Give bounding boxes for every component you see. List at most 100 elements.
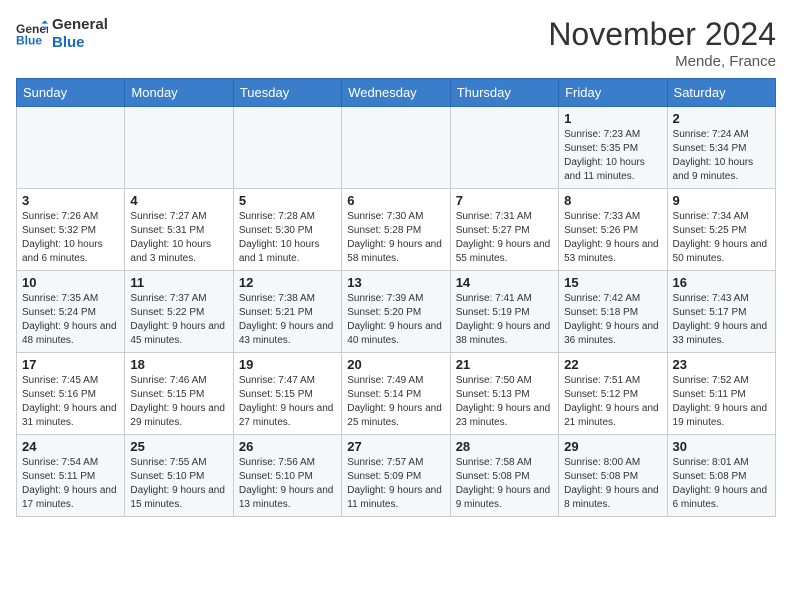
- day-info: Sunrise: 7:58 AMSunset: 5:08 PMDaylight:…: [456, 456, 553, 512]
- day-info: Sunrise: 7:49 AMSunset: 5:14 PMDaylight:…: [347, 374, 444, 430]
- day-number: 27: [347, 439, 444, 454]
- calendar-cell: 17 Sunrise: 7:45 AMSunset: 5:16 PMDayligh…: [17, 353, 125, 435]
- calendar-table: SundayMondayTuesdayWednesdayThursdayFrid…: [16, 78, 776, 517]
- calendar-cell: 28 Sunrise: 7:58 AMSunset: 5:08 PMDayligh…: [450, 435, 558, 517]
- day-of-week-header: Saturday: [667, 79, 775, 107]
- calendar-cell: 30 Sunrise: 8:01 AMSunset: 5:08 PMDayligh…: [667, 435, 775, 517]
- day-info: Sunrise: 7:50 AMSunset: 5:13 PMDaylight:…: [456, 374, 553, 430]
- day-of-week-header: Friday: [559, 79, 667, 107]
- day-number: 13: [347, 275, 444, 290]
- day-of-week-header: Wednesday: [342, 79, 450, 107]
- day-number: 16: [673, 275, 770, 290]
- day-info: Sunrise: 7:57 AMSunset: 5:09 PMDaylight:…: [347, 456, 444, 512]
- calendar-cell: 4 Sunrise: 7:27 AMSunset: 5:31 PMDaylight…: [125, 189, 233, 271]
- day-number: 12: [239, 275, 336, 290]
- day-info: Sunrise: 8:00 AMSunset: 5:08 PMDaylight:…: [564, 456, 661, 512]
- calendar-cell: 15 Sunrise: 7:42 AMSunset: 5:18 PMDayligh…: [559, 271, 667, 353]
- day-number: 3: [22, 193, 119, 208]
- day-number: 6: [347, 193, 444, 208]
- calendar-cell: 27 Sunrise: 7:57 AMSunset: 5:09 PMDayligh…: [342, 435, 450, 517]
- calendar-cell: 13 Sunrise: 7:39 AMSunset: 5:20 PMDayligh…: [342, 271, 450, 353]
- day-number: 5: [239, 193, 336, 208]
- calendar-cell: 19 Sunrise: 7:47 AMSunset: 5:15 PMDayligh…: [233, 353, 341, 435]
- day-info: Sunrise: 7:37 AMSunset: 5:22 PMDaylight:…: [130, 292, 227, 348]
- calendar-cell: 2 Sunrise: 7:24 AMSunset: 5:34 PMDaylight…: [667, 107, 775, 189]
- day-info: Sunrise: 7:35 AMSunset: 5:24 PMDaylight:…: [22, 292, 119, 348]
- day-info: Sunrise: 7:39 AMSunset: 5:20 PMDaylight:…: [347, 292, 444, 348]
- day-number: 29: [564, 439, 661, 454]
- day-number: 15: [564, 275, 661, 290]
- day-number: 20: [347, 357, 444, 372]
- day-info: Sunrise: 7:24 AMSunset: 5:34 PMDaylight:…: [673, 128, 770, 184]
- calendar-cell: 1 Sunrise: 7:23 AMSunset: 5:35 PMDaylight…: [559, 107, 667, 189]
- day-number: 25: [130, 439, 227, 454]
- day-info: Sunrise: 7:54 AMSunset: 5:11 PMDaylight:…: [22, 456, 119, 512]
- calendar-cell: [17, 107, 125, 189]
- day-info: Sunrise: 7:28 AMSunset: 5:30 PMDaylight:…: [239, 210, 336, 266]
- day-number: 4: [130, 193, 227, 208]
- day-info: Sunrise: 7:51 AMSunset: 5:12 PMDaylight:…: [564, 374, 661, 430]
- calendar-cell: 6Sunrise: 7:30 AMSunset: 5:28 PMDaylight…: [342, 189, 450, 271]
- calendar-cell: 26Sunrise: 7:56 AMSunset: 5:10 PMDayligh…: [233, 435, 341, 517]
- logo-icon: General Blue: [16, 20, 48, 48]
- day-number: 28: [456, 439, 553, 454]
- calendar-cell: 7Sunrise: 7:31 AMSunset: 5:27 PMDaylight…: [450, 189, 558, 271]
- calendar-cell: 25 Sunrise: 7:55 AMSunset: 5:10 PMDayligh…: [125, 435, 233, 517]
- calendar-cell: 24 Sunrise: 7:54 AMSunset: 5:11 PMDayligh…: [17, 435, 125, 517]
- calendar-cell: 14 Sunrise: 7:41 AMSunset: 5:19 PMDayligh…: [450, 271, 558, 353]
- day-of-week-header: Thursday: [450, 79, 558, 107]
- day-info: Sunrise: 7:34 AMSunset: 5:25 PMDaylight:…: [673, 210, 770, 266]
- month-title: November 2024: [548, 16, 776, 53]
- day-number: 22: [564, 357, 661, 372]
- calendar-cell: 12 Sunrise: 7:38 AMSunset: 5:21 PMDayligh…: [233, 271, 341, 353]
- location: Mende, France: [548, 53, 776, 70]
- day-of-week-header: Tuesday: [233, 79, 341, 107]
- day-number: 23: [673, 357, 770, 372]
- day-info: Sunrise: 7:55 AMSunset: 5:10 PMDaylight:…: [130, 456, 227, 512]
- day-info: Sunrise: 7:23 AMSunset: 5:35 PMDaylight:…: [564, 128, 661, 184]
- day-number: 9: [673, 193, 770, 208]
- day-number: 8: [564, 193, 661, 208]
- calendar-cell: [233, 107, 341, 189]
- day-info: Sunrise: 8:01 AMSunset: 5:08 PMDaylight:…: [673, 456, 770, 512]
- day-info: Sunrise: 7:52 AMSunset: 5:11 PMDaylight:…: [673, 374, 770, 430]
- calendar-cell: 11 Sunrise: 7:37 AMSunset: 5:22 PMDayligh…: [125, 271, 233, 353]
- title-block: November 2024 Mende, France: [548, 16, 776, 70]
- calendar-cell: 9 Sunrise: 7:34 AMSunset: 5:25 PMDaylight…: [667, 189, 775, 271]
- day-info: Sunrise: 7:45 AMSunset: 5:16 PMDaylight:…: [22, 374, 119, 430]
- calendar-cell: 16 Sunrise: 7:43 AMSunset: 5:17 PMDayligh…: [667, 271, 775, 353]
- day-info: Sunrise: 7:41 AMSunset: 5:19 PMDaylight:…: [456, 292, 553, 348]
- day-number: 24: [22, 439, 119, 454]
- day-info: Sunrise: 7:38 AMSunset: 5:21 PMDaylight:…: [239, 292, 336, 348]
- day-number: 10: [22, 275, 119, 290]
- calendar-cell: 22 Sunrise: 7:51 AMSunset: 5:12 PMDayligh…: [559, 353, 667, 435]
- day-info: Sunrise: 7:46 AMSunset: 5:15 PMDaylight:…: [130, 374, 227, 430]
- calendar-cell: 5 Sunrise: 7:28 AMSunset: 5:30 PMDaylight…: [233, 189, 341, 271]
- day-number: 14: [456, 275, 553, 290]
- svg-text:Blue: Blue: [16, 33, 42, 47]
- day-number: 18: [130, 357, 227, 372]
- calendar-cell: 29 Sunrise: 8:00 AMSunset: 5:08 PMDayligh…: [559, 435, 667, 517]
- day-info: Sunrise: 7:26 AMSunset: 5:32 PMDaylight:…: [22, 210, 119, 266]
- day-number: 19: [239, 357, 336, 372]
- day-info: Sunrise: 7:47 AMSunset: 5:15 PMDaylight:…: [239, 374, 336, 430]
- calendar-cell: 18 Sunrise: 7:46 AMSunset: 5:15 PMDayligh…: [125, 353, 233, 435]
- day-number: 11: [130, 275, 227, 290]
- day-info: Sunrise: 7:56 AMSunset: 5:10 PMDaylight:…: [239, 456, 336, 512]
- day-number: 2: [673, 111, 770, 126]
- day-info: Sunrise: 7:42 AMSunset: 5:18 PMDaylight:…: [564, 292, 661, 348]
- day-number: 1: [564, 111, 661, 126]
- logo-blue: Blue: [52, 34, 108, 52]
- day-number: 17: [22, 357, 119, 372]
- calendar-cell: 8 Sunrise: 7:33 AMSunset: 5:26 PMDaylight…: [559, 189, 667, 271]
- day-info: Sunrise: 7:33 AMSunset: 5:26 PMDaylight:…: [564, 210, 661, 266]
- calendar-cell: 20 Sunrise: 7:49 AMSunset: 5:14 PMDayligh…: [342, 353, 450, 435]
- day-info: Sunrise: 7:43 AMSunset: 5:17 PMDaylight:…: [673, 292, 770, 348]
- calendar-cell: 21Sunrise: 7:50 AMSunset: 5:13 PMDayligh…: [450, 353, 558, 435]
- day-number: 30: [673, 439, 770, 454]
- calendar-cell: [125, 107, 233, 189]
- calendar-cell: 3 Sunrise: 7:26 AMSunset: 5:32 PMDaylight…: [17, 189, 125, 271]
- day-info: Sunrise: 7:27 AMSunset: 5:31 PMDaylight:…: [130, 210, 227, 266]
- calendar-cell: [450, 107, 558, 189]
- day-number: 7: [456, 193, 553, 208]
